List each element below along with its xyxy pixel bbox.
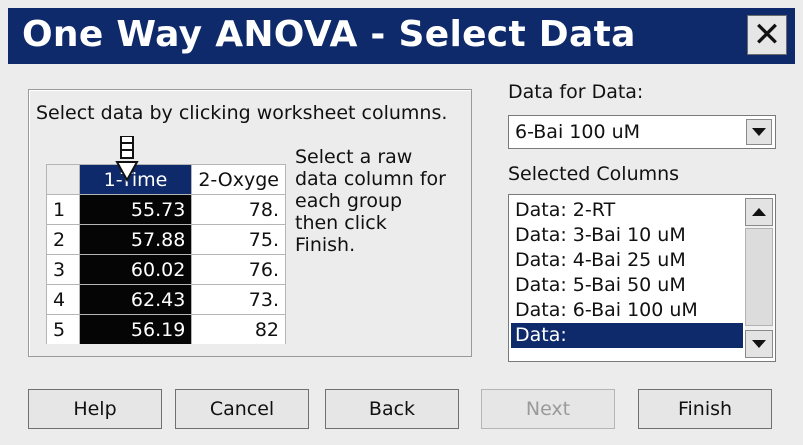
data-for-dropdown[interactable]: 6-Bai 100 uM	[508, 115, 776, 149]
cell[interactable]: 62.43	[78, 284, 193, 315]
selected-columns-label: Selected Columns	[508, 163, 680, 185]
scroll-down-button[interactable]	[745, 330, 773, 358]
row-number: 2	[46, 224, 80, 255]
cell[interactable]: 55.73	[78, 194, 193, 225]
table-row: 3 60.02 76.	[46, 254, 286, 285]
cell[interactable]: 75.	[191, 224, 286, 255]
finish-button[interactable]: Finish	[638, 389, 772, 429]
table-row: 4 62.43 73.	[46, 284, 286, 315]
arrow-down-icon	[752, 340, 766, 348]
worksheet-preview[interactable]: 1-Time 2-Oxyge 1 55.73 78. 2 57.88 75. 3…	[46, 164, 286, 344]
dialog-title: One Way ANOVA - Select Data	[22, 14, 636, 55]
table-row: 5 56.19 82	[46, 314, 286, 344]
table-row: 1 55.73 78.	[46, 194, 286, 225]
help-button[interactable]: Help	[28, 389, 162, 429]
title-bar[interactable]: One Way ANOVA - Select Data ✕	[8, 8, 795, 64]
column-header-2[interactable]: 2-Oxyge	[191, 164, 286, 195]
cell[interactable]: 57.88	[78, 224, 193, 255]
hint-line: Select a raw	[295, 146, 413, 168]
corner-cell	[46, 164, 80, 195]
cell[interactable]: 56.19	[78, 314, 193, 344]
selected-columns-list[interactable]: Data: 2-RT Data: 3-Bai 10 uM Data: 4-Bai…	[508, 194, 776, 362]
dialog-body: Select data by clicking worksheet column…	[0, 64, 803, 445]
dropdown-button[interactable]	[746, 119, 772, 145]
close-icon: ✕	[752, 15, 782, 55]
back-button[interactable]: Back	[325, 389, 459, 429]
list-item[interactable]: Data: 5-Bai 50 uM	[511, 273, 743, 298]
list-item-selected[interactable]: Data:	[511, 323, 743, 348]
cell[interactable]: 78.	[191, 194, 286, 225]
hint-line: data column for	[295, 168, 446, 190]
row-number: 4	[46, 284, 80, 315]
hint-text: Select a raw data column for each group …	[295, 146, 465, 256]
data-for-value: 6-Bai 100 uM	[515, 121, 641, 143]
hint-line: then click	[295, 212, 387, 234]
list-item[interactable]: Data: 3-Bai 10 uM	[511, 223, 743, 248]
list-scrollbar[interactable]	[745, 198, 773, 358]
instruction-text: Select data by clicking worksheet column…	[36, 102, 448, 124]
cancel-button[interactable]: Cancel	[175, 389, 309, 429]
column-pointer-icon	[115, 136, 139, 183]
cell[interactable]: 76.	[191, 254, 286, 285]
dialog-window: One Way ANOVA - Select Data ✕ Select dat…	[0, 0, 803, 445]
list-item[interactable]: Data: 2-RT	[511, 198, 743, 223]
table-row: 2 57.88 75.	[46, 224, 286, 255]
cell[interactable]: 60.02	[78, 254, 193, 285]
arrow-up-icon	[752, 208, 766, 216]
scroll-up-button[interactable]	[745, 198, 773, 226]
worksheet-table: 1-Time 2-Oxyge 1 55.73 78. 2 57.88 75. 3…	[46, 164, 286, 344]
row-number: 1	[46, 194, 80, 225]
cell[interactable]: 82	[191, 314, 286, 344]
row-number: 3	[46, 254, 80, 285]
worksheet-header-row: 1-Time 2-Oxyge	[46, 164, 286, 195]
next-button[interactable]: Next	[481, 389, 615, 429]
row-number: 5	[46, 314, 80, 344]
hint-line: Finish.	[295, 234, 356, 256]
close-button[interactable]: ✕	[747, 15, 787, 55]
chevron-down-icon	[752, 128, 766, 136]
scroll-thumb[interactable]	[745, 228, 773, 326]
list-item[interactable]: Data: 4-Bai 25 uM	[511, 248, 743, 273]
cell[interactable]: 73.	[191, 284, 286, 315]
data-for-label: Data for Data:	[508, 81, 644, 103]
hint-line: each group	[295, 190, 403, 212]
list-item[interactable]: Data: 6-Bai 100 uM	[511, 298, 743, 323]
